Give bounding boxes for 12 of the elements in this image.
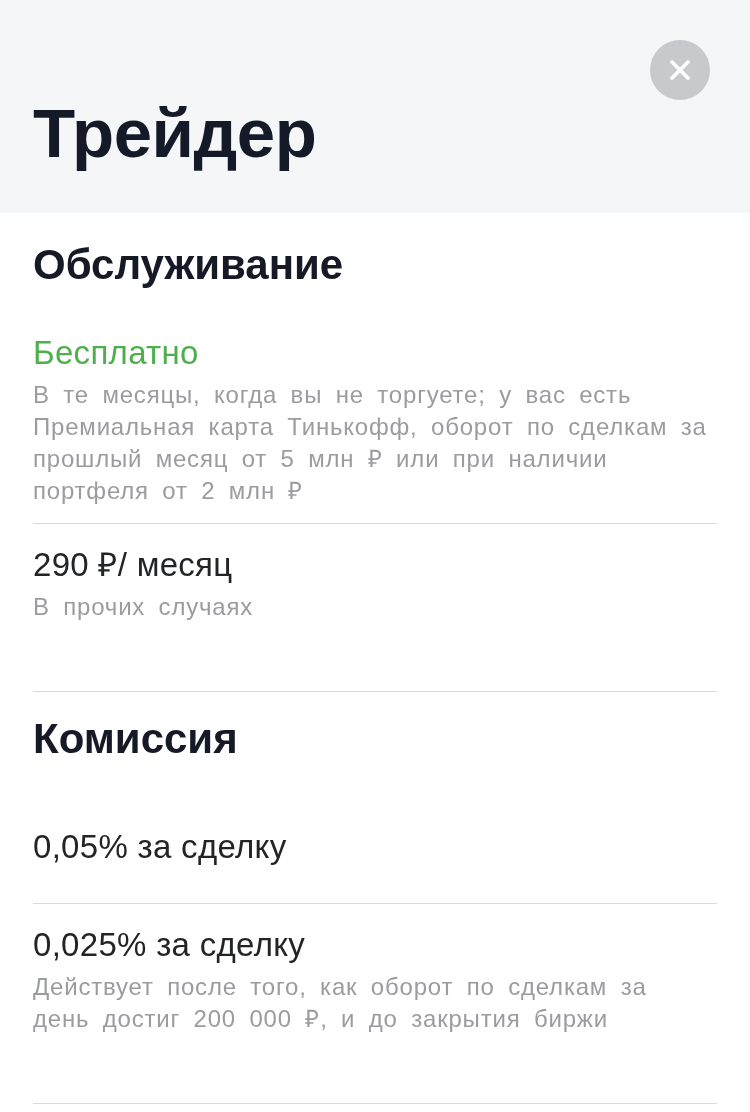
price-note: В прочих случаях xyxy=(33,592,255,622)
price-note: Действует после того, как оборот по сделкам за день достиг 200 000 ₽, и до закрытия биржи xyxy=(33,972,648,1034)
page-title: Трейдер xyxy=(33,94,317,174)
price-text: Бесплатно xyxy=(33,333,199,373)
close-icon xyxy=(670,60,690,80)
price-text: 290 ₽/ месяц xyxy=(33,545,233,585)
price-text: 0,025% за сделку xyxy=(33,925,306,965)
price-text: 0,05% за сделку xyxy=(33,827,287,867)
section-heading: Комиссия xyxy=(33,714,238,764)
price-note: В те месяцы, когда вы не торгуете; у вас есть Премиальная карта Тинькофф, оборот по сделкам за прошлый месяц от 5 млн ₽ или при наличии портфеля от 2 млн ₽ xyxy=(33,380,708,506)
section-heading: Обслуживание xyxy=(33,240,344,290)
close-button[interactable] xyxy=(650,40,710,100)
